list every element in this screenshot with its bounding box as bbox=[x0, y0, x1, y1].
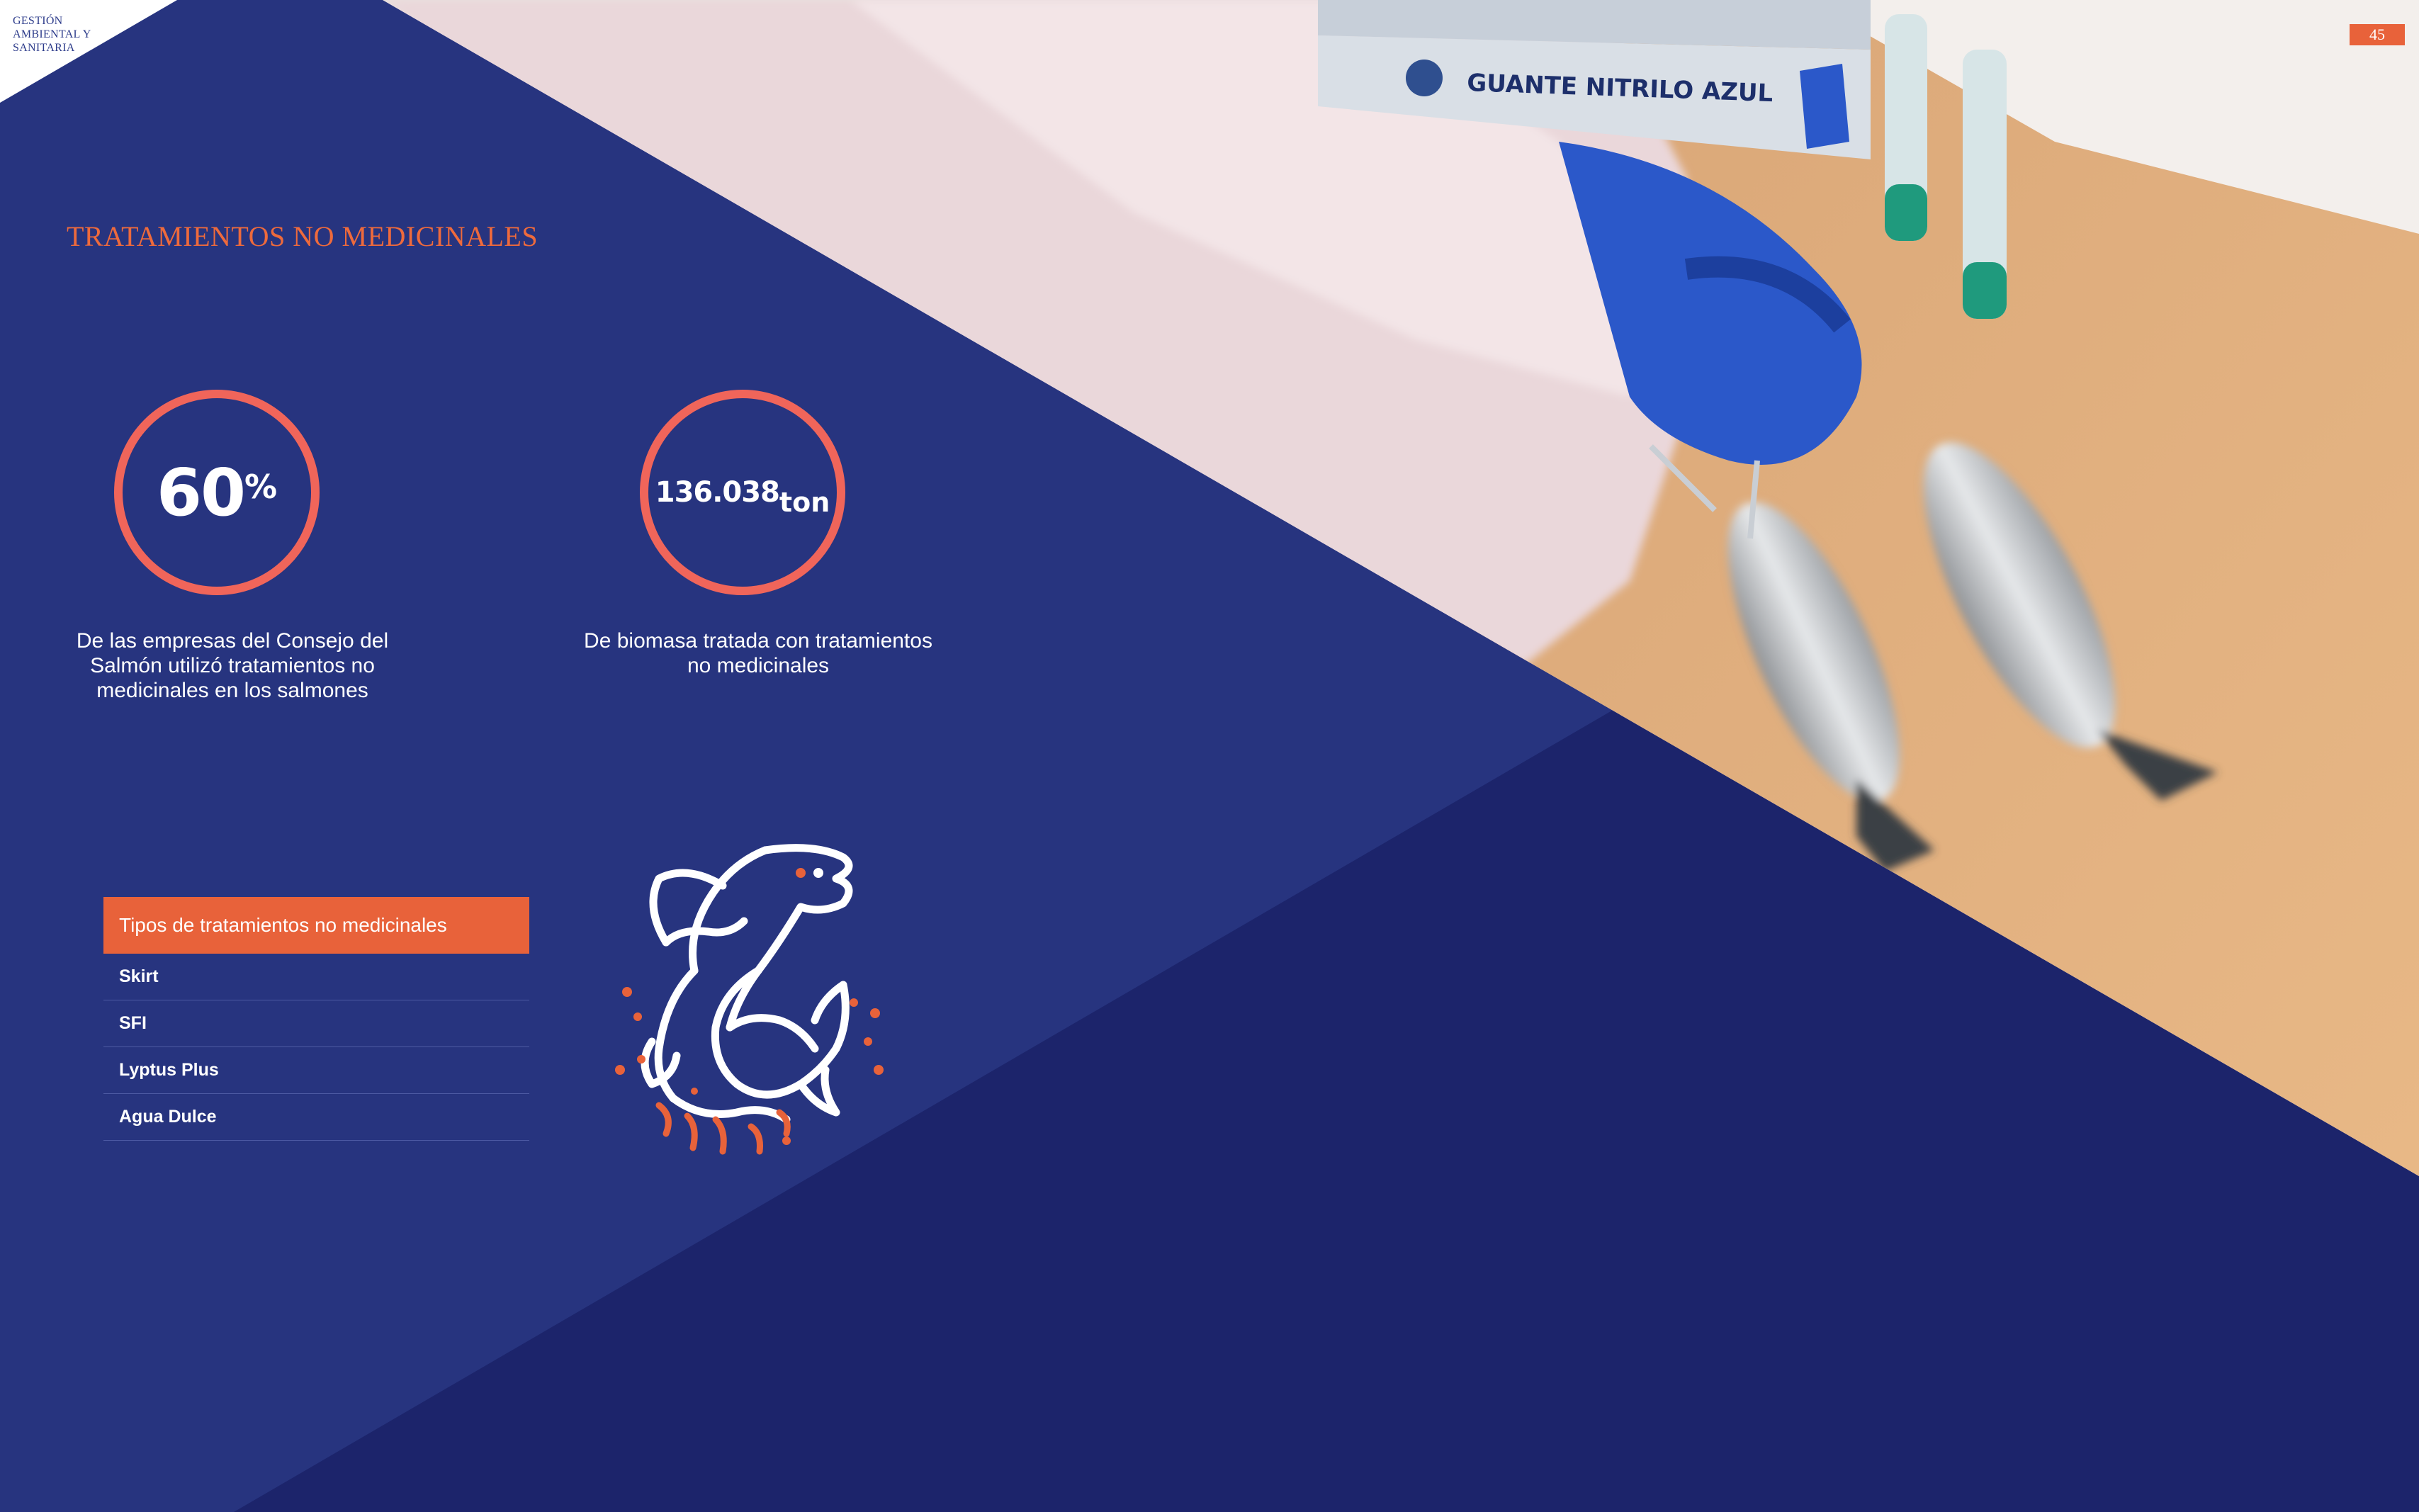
stat-ring-percent: 60% bbox=[114, 390, 320, 595]
stat-description: De las empresas del Consejo del Salmón u… bbox=[76, 629, 389, 702]
stat-value: 60 bbox=[156, 454, 246, 531]
section-label-line: SANITARIA bbox=[13, 42, 75, 54]
section-label: GESTIÓN AMBIENTAL Y SANITARIA bbox=[13, 14, 154, 55]
page-title: TRATAMIENTOS NO MEDICINALES bbox=[67, 220, 539, 252]
treatment-row: SFI bbox=[103, 1000, 529, 1047]
stat-unit: % bbox=[244, 468, 278, 506]
treatment-row: Agua Dulce bbox=[103, 1094, 529, 1141]
treatment-row: Skirt bbox=[103, 954, 529, 1000]
stat-description: De biomasa tratada con tratamientos no m… bbox=[584, 629, 932, 677]
page-number: 45 bbox=[2350, 24, 2405, 45]
stat-value: 136.038 bbox=[655, 476, 780, 509]
section-label-line: GESTIÓN bbox=[13, 15, 63, 27]
treatments-table-header: Tipos de tratamientos no medicinales bbox=[103, 897, 529, 954]
section-label-line: AMBIENTAL Y bbox=[13, 28, 91, 40]
treatment-row: Lyptus Plus bbox=[103, 1047, 529, 1094]
stat-ring-biomass: 136.038 ton bbox=[640, 390, 845, 595]
treatments-table: Tipos de tratamientos no medicinales Ski… bbox=[103, 897, 529, 1141]
stat-unit: ton bbox=[779, 487, 830, 518]
salmon-jumping-icon bbox=[615, 844, 884, 1155]
